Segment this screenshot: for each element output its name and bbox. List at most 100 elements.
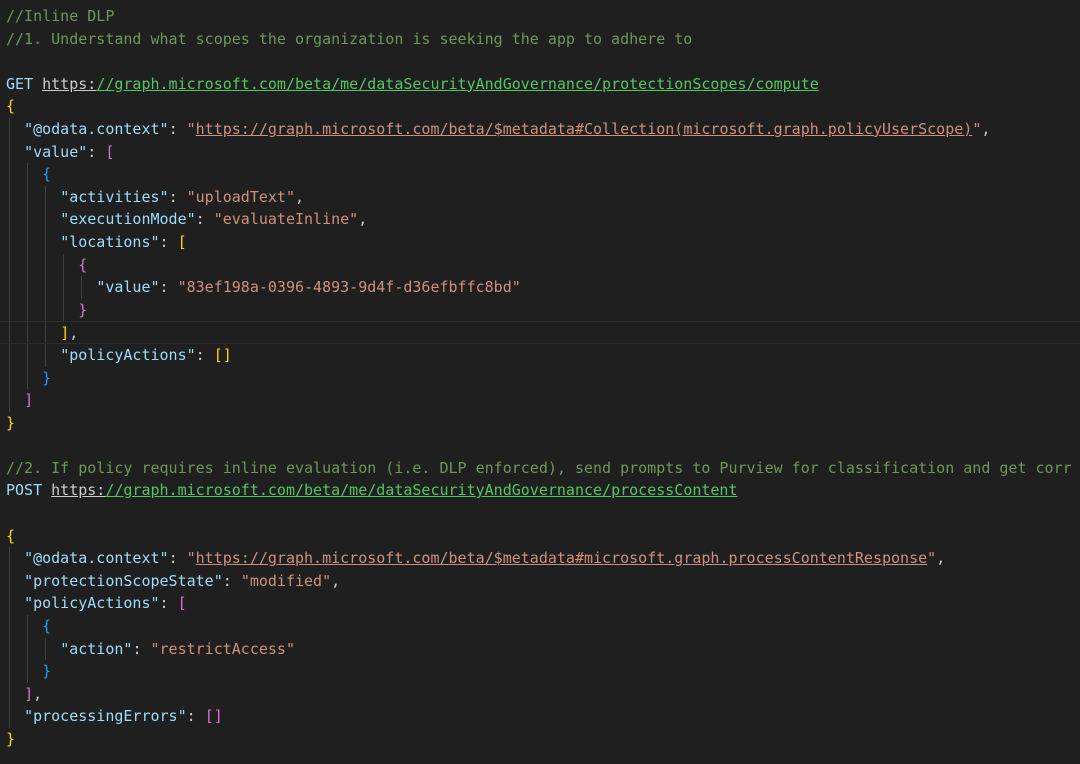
- code-line[interactable]: "value": "83ef198a-0396-4893-9d4f-d36efb…: [0, 276, 1080, 299]
- code-line[interactable]: "action": "restrictAccess": [0, 637, 1080, 661]
- code-line[interactable]: "processingErrors": []: [0, 705, 1080, 728]
- code-line[interactable]: {: [0, 163, 1080, 186]
- code-line[interactable]: }: [0, 412, 1080, 435]
- bracket: [: [105, 142, 115, 161]
- bracket: }: [78, 300, 88, 319]
- json-punctuation: :: [168, 187, 187, 206]
- json-key: "executionMode": [60, 210, 196, 229]
- json-punctuation: :: [186, 707, 205, 726]
- bracket: {: [6, 526, 16, 545]
- code-line[interactable]: "executionMode": "evaluateInline",: [0, 208, 1080, 231]
- code-line[interactable]: "policyActions": []: [0, 343, 1080, 367]
- http-method: GET: [6, 74, 43, 93]
- code-line[interactable]: "activities": "uploadText",: [0, 185, 1080, 209]
- code-comment: //Inline DLP: [6, 7, 115, 25]
- json-punctuation: ,: [69, 324, 79, 343]
- code-line[interactable]: {: [0, 525, 1080, 548]
- code-line[interactable]: "locations": [: [0, 230, 1080, 254]
- json-key: "policyActions": [24, 594, 160, 613]
- http-method: POST: [6, 481, 52, 500]
- bracket: ]: [24, 391, 34, 410]
- code-line[interactable]: {: [0, 615, 1080, 638]
- code-line[interactable]: //2. If policy requires inline evaluatio…: [0, 457, 1080, 480]
- code-line[interactable]: GET https://graph.microsoft.com/beta/me/…: [0, 73, 1080, 96]
- bracket: {: [42, 165, 52, 184]
- bracket: }: [42, 368, 52, 387]
- code-line[interactable]: ],: [0, 682, 1080, 706]
- code-line[interactable]: ],: [0, 321, 1080, 344]
- code-line[interactable]: {: [0, 253, 1080, 277]
- code-line[interactable]: "@odata.context": "https://graph.microso…: [0, 547, 1080, 570]
- json-key: "@odata.context": [24, 119, 169, 138]
- bracket: [: [177, 232, 187, 251]
- json-key: "value": [24, 142, 88, 161]
- bracket: ]: [213, 707, 223, 726]
- request-url[interactable]: //graph.microsoft.com/beta/me/dataSecuri…: [105, 481, 737, 499]
- request-url[interactable]: //graph.microsoft.com/beta/me/dataSecuri…: [96, 75, 818, 93]
- code-line[interactable]: }: [0, 298, 1080, 322]
- code-line[interactable]: ]: [0, 389, 1080, 412]
- json-string-value: "uploadText": [186, 187, 295, 206]
- json-url-value[interactable]: https://graph.microsoft.com/beta/$metada…: [196, 120, 973, 138]
- json-string-quote: ": [972, 119, 982, 138]
- code-line[interactable]: [0, 50, 1080, 73]
- json-key: "action": [60, 639, 133, 658]
- json-key: "@odata.context": [24, 549, 169, 568]
- code-line[interactable]: //Inline DLP: [0, 5, 1080, 28]
- code-line[interactable]: {: [0, 95, 1080, 118]
- json-key: "value": [96, 278, 160, 297]
- json-key: "protectionScopeState": [24, 571, 223, 590]
- json-punctuation: :: [87, 142, 106, 161]
- code-line[interactable]: }: [0, 660, 1080, 683]
- json-punctuation: :: [159, 594, 178, 613]
- request-url-scheme[interactable]: https:: [42, 75, 96, 93]
- bracket: {: [6, 97, 16, 116]
- bracket: }: [6, 413, 16, 432]
- code-line[interactable]: //1. Understand what scopes the organiza…: [0, 28, 1080, 51]
- code-line[interactable]: "value": [: [0, 140, 1080, 164]
- code-editor[interactable]: //Inline DLP //1. Understand what scopes …: [0, 0, 1080, 764]
- request-url-scheme[interactable]: https:: [51, 481, 105, 499]
- json-url-value[interactable]: https://graph.microsoft.com/beta/$metada…: [196, 549, 928, 567]
- bracket: [: [213, 345, 223, 364]
- json-punctuation: :: [168, 119, 187, 138]
- bracket: ]: [24, 684, 34, 703]
- code-comment: //2. If policy requires inline evaluatio…: [6, 458, 1072, 477]
- bracket: }: [6, 730, 16, 748]
- code-line[interactable]: "policyActions": [: [0, 592, 1080, 616]
- code-line[interactable]: }: [0, 366, 1080, 390]
- json-punctuation: :: [195, 345, 214, 364]
- bracket: [: [204, 707, 214, 726]
- json-punctuation: :: [168, 549, 187, 568]
- bracket: ]: [60, 324, 70, 343]
- code-line[interactable]: [0, 502, 1080, 525]
- json-string-value: "modified": [240, 571, 332, 590]
- code-line[interactable]: "@odata.context": "https://graph.microso…: [0, 117, 1080, 141]
- code-line[interactable]: }: [0, 728, 1080, 751]
- json-string-quote: ": [927, 549, 937, 568]
- json-punctuation: ,: [936, 549, 946, 568]
- json-punctuation: :: [159, 278, 178, 297]
- code-line[interactable]: POST https://graph.microsoft.com/beta/me…: [0, 479, 1080, 502]
- json-string-quote: ": [186, 119, 196, 138]
- code-line[interactable]: "protectionScopeState": "modified",: [0, 569, 1080, 593]
- code-line[interactable]: [0, 434, 1080, 457]
- json-punctuation: ,: [358, 210, 368, 229]
- json-string-quote: ": [186, 549, 196, 568]
- json-punctuation: ,: [295, 187, 305, 206]
